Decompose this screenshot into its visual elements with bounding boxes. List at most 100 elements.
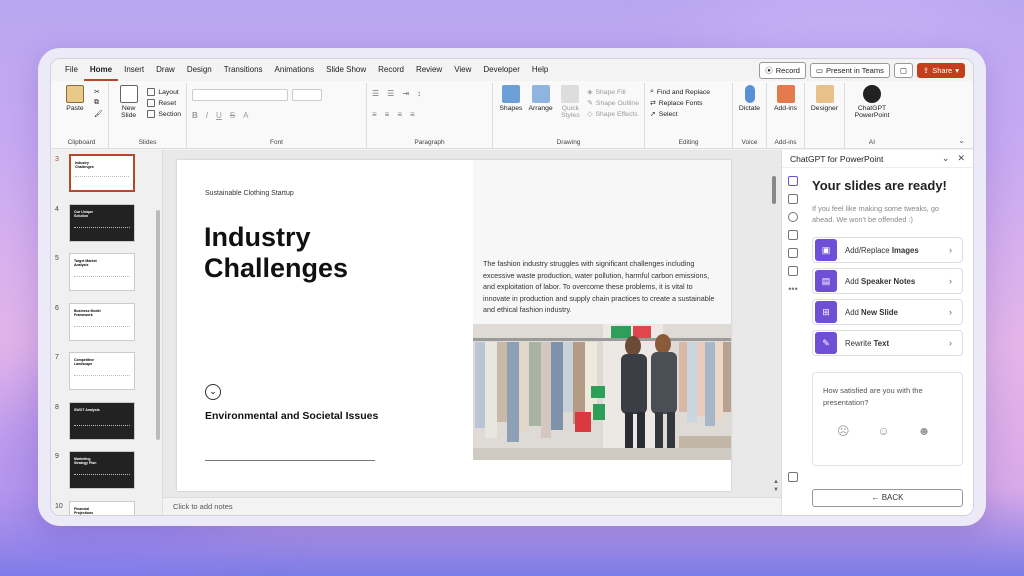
neutral-face-icon[interactable]: ☺ [878, 425, 890, 437]
next-slide-icon[interactable]: ▼ [773, 487, 779, 493]
slide-thumbnail[interactable]: 4 Our Unique Solution [51, 203, 162, 254]
group-voice: Dictate Voice [733, 83, 767, 148]
slide-thumbnail[interactable]: 3 Industry Challenges [51, 154, 162, 204]
slide-thumbnail[interactable]: 10 Financial Projections Overview [51, 500, 162, 515]
numbering-icon[interactable]: ☰ [387, 89, 394, 98]
shapes-button[interactable]: Shapes [498, 85, 524, 136]
copy-icon[interactable]: ⧉ [94, 99, 103, 107]
tab-design[interactable]: Design [181, 59, 218, 81]
paste-button[interactable]: Paste [60, 85, 90, 136]
action-button[interactable]: ✎ Rewrite Text › [812, 330, 963, 356]
new-slide-button[interactable]: New Slide [114, 85, 143, 136]
replace-fonts-button[interactable]: ⇄ Replace Fonts [650, 99, 710, 108]
pencil-icon[interactable] [788, 212, 798, 222]
slide-thumbnail[interactable]: 9 Marketing Strategy Plan [51, 451, 162, 501]
tab-slide-show[interactable]: Slide Show [320, 59, 372, 81]
tab-animations[interactable]: Animations [269, 59, 321, 81]
italic-icon[interactable]: I [206, 111, 208, 120]
chevron-down-icon[interactable]: ⌄ [942, 153, 950, 164]
tab-home[interactable]: Home [83, 59, 119, 81]
layout-button[interactable]: Layout [147, 88, 181, 96]
share-button[interactable]: ⇪ Share ▾ [916, 62, 965, 78]
tab-developer[interactable]: Developer [477, 59, 525, 81]
slide-thumbnail[interactable]: 5 Target Market Analysis [51, 253, 162, 303]
font-color-icon[interactable]: A [243, 111, 248, 120]
slide-thumbnail[interactable]: 6 Business Model Framework [51, 302, 162, 353]
action-button[interactable]: ▤ Add Speaker Notes › [812, 268, 963, 294]
slide-thumbnail[interactable]: 7 Competitive Landscape [51, 352, 162, 402]
shape-outline-button[interactable]: ✎ Shape Outline [587, 99, 639, 108]
justify-icon[interactable]: ≡ [410, 110, 415, 119]
tab-review[interactable]: Review [410, 59, 448, 81]
quick-styles-icon [561, 85, 580, 103]
clothing-store-photo[interactable] [473, 324, 731, 460]
select-button[interactable]: ➚ Select [650, 110, 710, 119]
slide-canvas: Sustainable Clothing Startup Industry Ch… [163, 150, 781, 515]
font-family-select[interactable] [192, 89, 288, 101]
line-spacing-icon[interactable]: ↕ [417, 89, 421, 98]
slide-thumbnail[interactable]: 8 SWOT Analysis [51, 401, 162, 452]
bold-icon[interactable]: B [192, 111, 198, 120]
dictate-button[interactable]: Dictate [738, 85, 761, 136]
tab-help[interactable]: Help [526, 59, 554, 81]
shape-fill-button[interactable]: ◈ Shape Fill [587, 88, 639, 97]
tab-draw[interactable]: Draw [150, 59, 181, 81]
feedback-icon[interactable] [788, 472, 798, 482]
current-slide[interactable]: Sustainable Clothing Startup Industry Ch… [177, 160, 731, 491]
designer-button[interactable]: Designer [810, 85, 839, 136]
addins-button[interactable]: Add-ins [772, 85, 799, 136]
presentation-icon[interactable] [788, 176, 798, 186]
collapse-ribbon-icon[interactable]: ⌄ [958, 136, 969, 148]
quick-styles-button[interactable]: Quick Styles [557, 85, 583, 136]
tab-record[interactable]: Record [372, 59, 410, 81]
font-size-select[interactable] [292, 89, 322, 101]
find-replace-button[interactable]: ⌕ Find and Replace [650, 88, 710, 96]
panel-content: Your slides are ready! If you feel like … [812, 172, 963, 466]
edit-icon[interactable] [788, 266, 798, 276]
slide-subtitle[interactable]: Sustainable Clothing Startup [205, 190, 294, 197]
present-in-teams-button[interactable]: ▭ Present in Teams [809, 62, 890, 78]
cut-icon[interactable]: ✂ [94, 88, 103, 96]
record-button[interactable]: ⦿ Record [759, 61, 806, 79]
chatgpt-icon [863, 85, 881, 103]
tab-insert[interactable]: Insert [118, 59, 150, 81]
indent-icon[interactable]: ⇥ [402, 89, 409, 98]
chatgpt-powerpoint-button[interactable]: ChatGPT PowerPoint [850, 85, 894, 136]
section-button[interactable]: Section [147, 110, 181, 118]
tab-transitions[interactable]: Transitions [218, 59, 269, 81]
sad-face-icon[interactable]: ☹ [837, 425, 850, 437]
slide-title[interactable]: Industry Challenges [204, 222, 348, 284]
canvas-scrollbar[interactable] [772, 176, 776, 204]
slide-section-title[interactable]: Environmental and Societal Issues [205, 409, 385, 423]
comments-button[interactable]: ▢ [893, 62, 913, 78]
previous-slide-icon[interactable]: ▲ [773, 479, 779, 485]
tab-view[interactable]: View [448, 59, 477, 81]
back-button[interactable]: ← BACK [812, 489, 963, 507]
action-button[interactable]: ▣ Add/Replace Images › [812, 237, 963, 263]
more-icon[interactable]: ••• [788, 284, 797, 294]
rewrite-icon: ✎ [815, 332, 837, 354]
underline-icon[interactable]: U [216, 111, 222, 120]
bullets-icon[interactable]: ☰ [372, 89, 379, 98]
strikethrough-icon[interactable]: S [230, 111, 235, 120]
close-icon[interactable]: ✕ [957, 153, 965, 164]
happy-face-icon[interactable]: ☻ [918, 425, 931, 437]
action-button[interactable]: ⊞ Add New Slide › [812, 299, 963, 325]
slide-body-text[interactable]: The fashion industry struggles with sign… [483, 258, 715, 316]
notes-pane[interactable]: Click to add notes [163, 497, 781, 515]
panel-header: ChatGPT for PowerPoint ⌄ ✕ [782, 150, 973, 168]
reset-button[interactable]: Reset [147, 99, 181, 107]
align-right-icon[interactable]: ≡ [397, 110, 402, 119]
align-center-icon[interactable]: ≡ [385, 110, 390, 119]
tab-file[interactable]: File [59, 59, 84, 81]
shape-effects-button[interactable]: ◇ Shape Effects [587, 110, 639, 119]
document-icon[interactable] [788, 194, 798, 204]
thumbnails-scrollbar[interactable] [156, 210, 160, 440]
format-painter-icon[interactable]: 🖌 [94, 110, 103, 118]
align-left-icon[interactable]: ≡ [372, 110, 377, 119]
arrange-button[interactable]: Arrange [528, 85, 554, 136]
image-icon[interactable] [788, 230, 798, 240]
note-icon[interactable] [788, 248, 798, 258]
thumbnail-title: SWOT Analysis [74, 407, 100, 412]
thumbnail-lines [74, 375, 130, 383]
